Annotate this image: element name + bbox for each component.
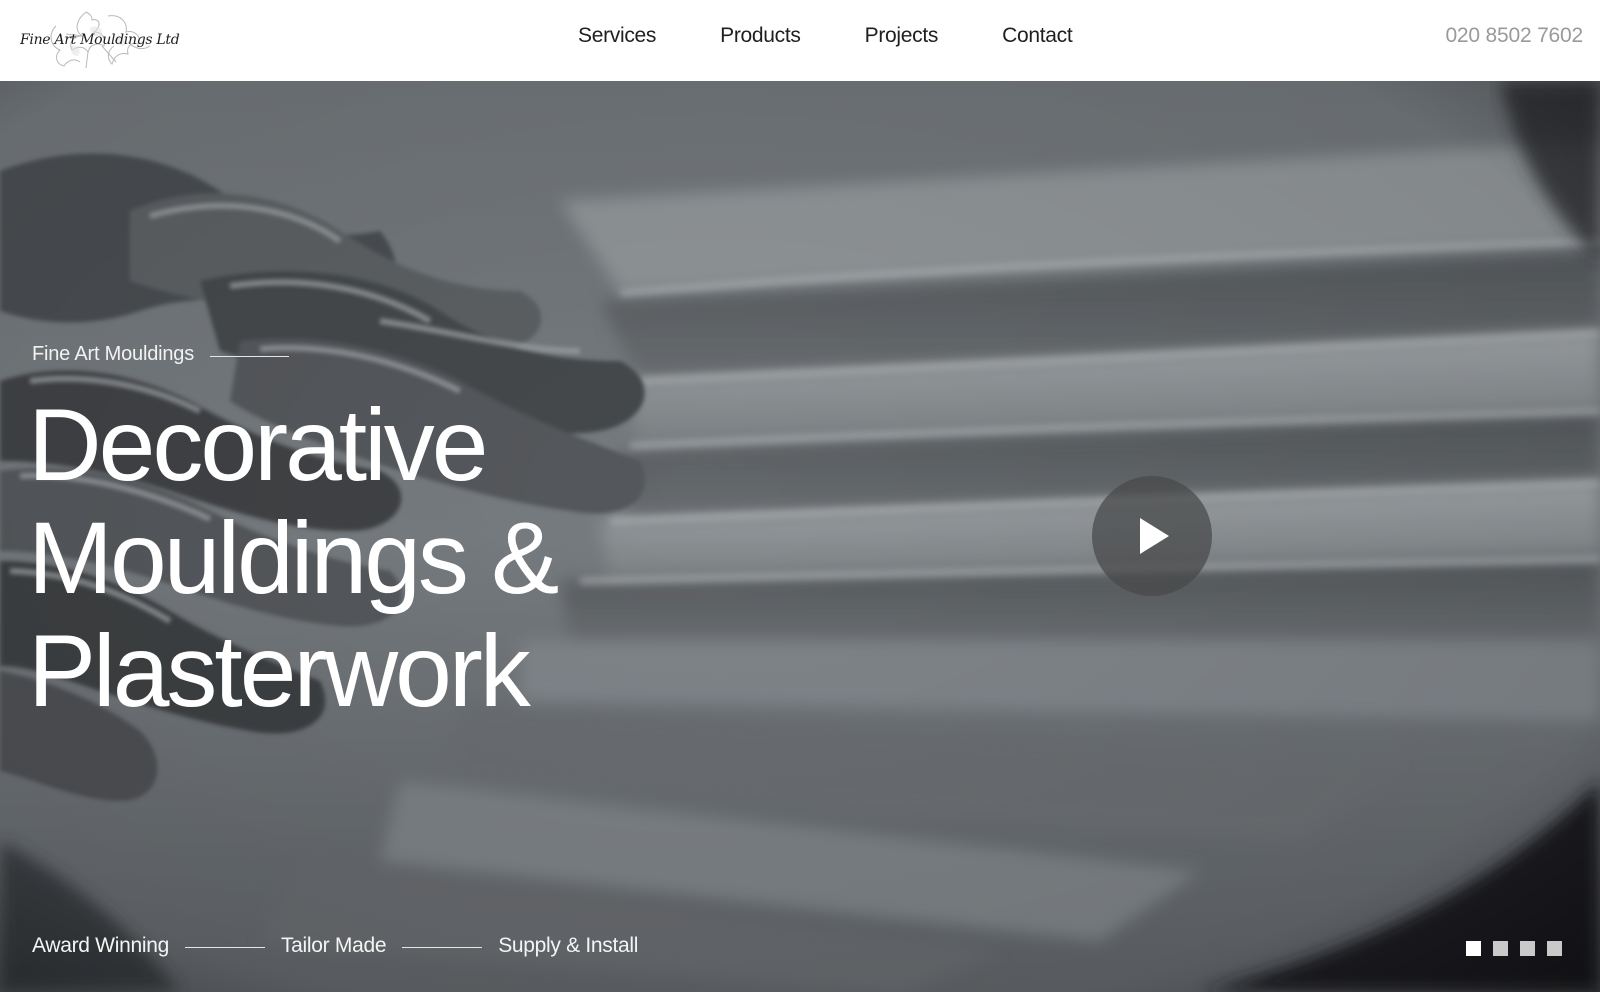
logo-text: Fine Art Mouldings Ltd (20, 32, 180, 48)
feature-divider (184, 947, 265, 948)
nav-item-products[interactable]: Products (720, 24, 801, 48)
feature-divider (402, 947, 483, 948)
headline-line-1: Decorative (28, 388, 489, 502)
phone-number[interactable]: 020 8502 7602 (1445, 24, 1583, 48)
logo[interactable]: Fine Art Mouldings Ltd (16, 6, 180, 74)
page: Fine Art Mouldings Ltd Services Products… (0, 0, 1600, 992)
headline-line-2: Mouldings & (28, 501, 559, 615)
play-icon (1140, 518, 1169, 554)
feature-tailor-made: Tailor Made (280, 934, 387, 957)
nav-item-contact[interactable]: Contact (1002, 24, 1073, 48)
headline-line-3: Plasterwork (28, 614, 531, 728)
site-header: Fine Art Mouldings Ltd Services Products… (0, 0, 1600, 81)
feature-list: Award Winning Tailor Made Supply & Insta… (32, 934, 638, 958)
hero-eyebrow: Fine Art Mouldings (32, 343, 290, 366)
nav-item-projects[interactable]: Projects (865, 24, 939, 48)
main-nav: Services Products Projects Contact (578, 24, 1073, 48)
hero-section: Fine Art Mouldings Decorative Mouldings … (0, 81, 1600, 992)
slider-pagination (1454, 941, 1562, 956)
eyebrow-divider (210, 356, 290, 357)
slider-dot-1[interactable] (1466, 941, 1481, 956)
hero-headline: Decorative Mouldings & Plasterwork (28, 389, 728, 728)
slider-dot-3[interactable] (1520, 941, 1535, 956)
feature-award-winning: Award Winning (32, 934, 169, 957)
hero-eyebrow-text: Fine Art Mouldings (32, 343, 195, 365)
slider-dot-2[interactable] (1493, 941, 1508, 956)
play-video-button[interactable] (1092, 476, 1212, 596)
slider-dot-4[interactable] (1547, 941, 1562, 956)
feature-supply-install: Supply & Install (498, 934, 639, 957)
nav-item-services[interactable]: Services (578, 24, 656, 48)
